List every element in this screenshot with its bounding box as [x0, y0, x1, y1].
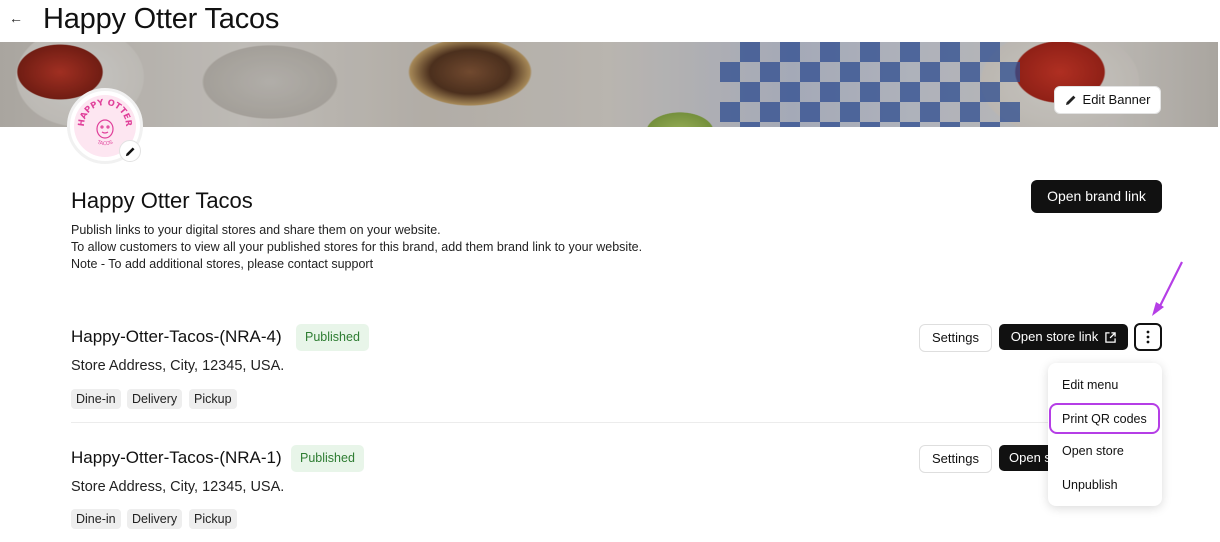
- svg-text:TACOS: TACOS: [95, 139, 114, 147]
- service-tag: Delivery: [127, 509, 183, 529]
- brand-name: Happy Otter Tacos: [71, 188, 253, 213]
- service-tag: Dine-in: [71, 509, 121, 529]
- external-link-icon: [1105, 331, 1116, 343]
- store-settings-button[interactable]: Settings: [919, 324, 992, 352]
- logo-text-top: HAPPY OTTER: [77, 98, 133, 128]
- page-title: Happy Otter Tacos: [43, 3, 280, 35]
- status-badge: Published: [291, 445, 364, 472]
- annotation-arrow-icon: [1152, 261, 1183, 316]
- back-arrow-icon[interactable]: ←: [8, 8, 24, 28]
- menu-item-edit-menu[interactable]: Edit menu: [1062, 377, 1118, 393]
- store-options-menu: Edit menu Print QR codes Open store Unpu…: [1048, 363, 1162, 506]
- kebab-menu-icon: [1146, 330, 1150, 344]
- brand-description-line: Note - To add additional stores, please …: [71, 257, 374, 271]
- more-options-button[interactable]: [1134, 323, 1162, 351]
- svg-text:HAPPY OTTER: HAPPY OTTER: [77, 98, 133, 128]
- service-tag: Delivery: [127, 389, 183, 409]
- menu-item-unpublish[interactable]: Unpublish: [1062, 477, 1118, 493]
- divider: [71, 422, 1161, 423]
- brand-banner: [0, 42, 1218, 127]
- pencil-icon: [1065, 95, 1075, 105]
- highlight-outline: [1049, 403, 1160, 434]
- menu-item-open-store[interactable]: Open store: [1062, 443, 1124, 459]
- open-brand-link-button[interactable]: Open brand link: [1031, 180, 1162, 213]
- store-name: Happy-Otter-Tacos-(NRA-4): [71, 327, 282, 346]
- store-address: Store Address, City, 12345, USA.: [71, 479, 285, 495]
- pencil-icon: [125, 146, 135, 156]
- edit-banner-label: Edit Banner: [1082, 92, 1151, 107]
- brand-description-line: Publish links to your digital stores and…: [71, 223, 441, 237]
- edit-logo-button[interactable]: [119, 140, 141, 162]
- open-store-link-button[interactable]: Open store link: [999, 324, 1128, 350]
- logo-text-bottom: TACOS: [95, 139, 114, 147]
- store-name: Happy-Otter-Tacos-(NRA-1): [71, 448, 282, 467]
- service-tag: Pickup: [189, 509, 237, 529]
- store-settings-button[interactable]: Settings: [919, 445, 992, 473]
- service-tag: Pickup: [189, 389, 237, 409]
- status-badge: Published: [296, 324, 369, 351]
- store-address: Store Address, City, 12345, USA.: [71, 358, 285, 374]
- open-store-link-label: Open store link: [1010, 329, 1099, 344]
- header: ← Happy Otter Tacos: [0, 0, 1220, 42]
- brand-description-line: To allow customers to view all your publ…: [71, 240, 643, 254]
- service-tag: Dine-in: [71, 389, 121, 409]
- edit-banner-button[interactable]: Edit Banner: [1054, 86, 1161, 114]
